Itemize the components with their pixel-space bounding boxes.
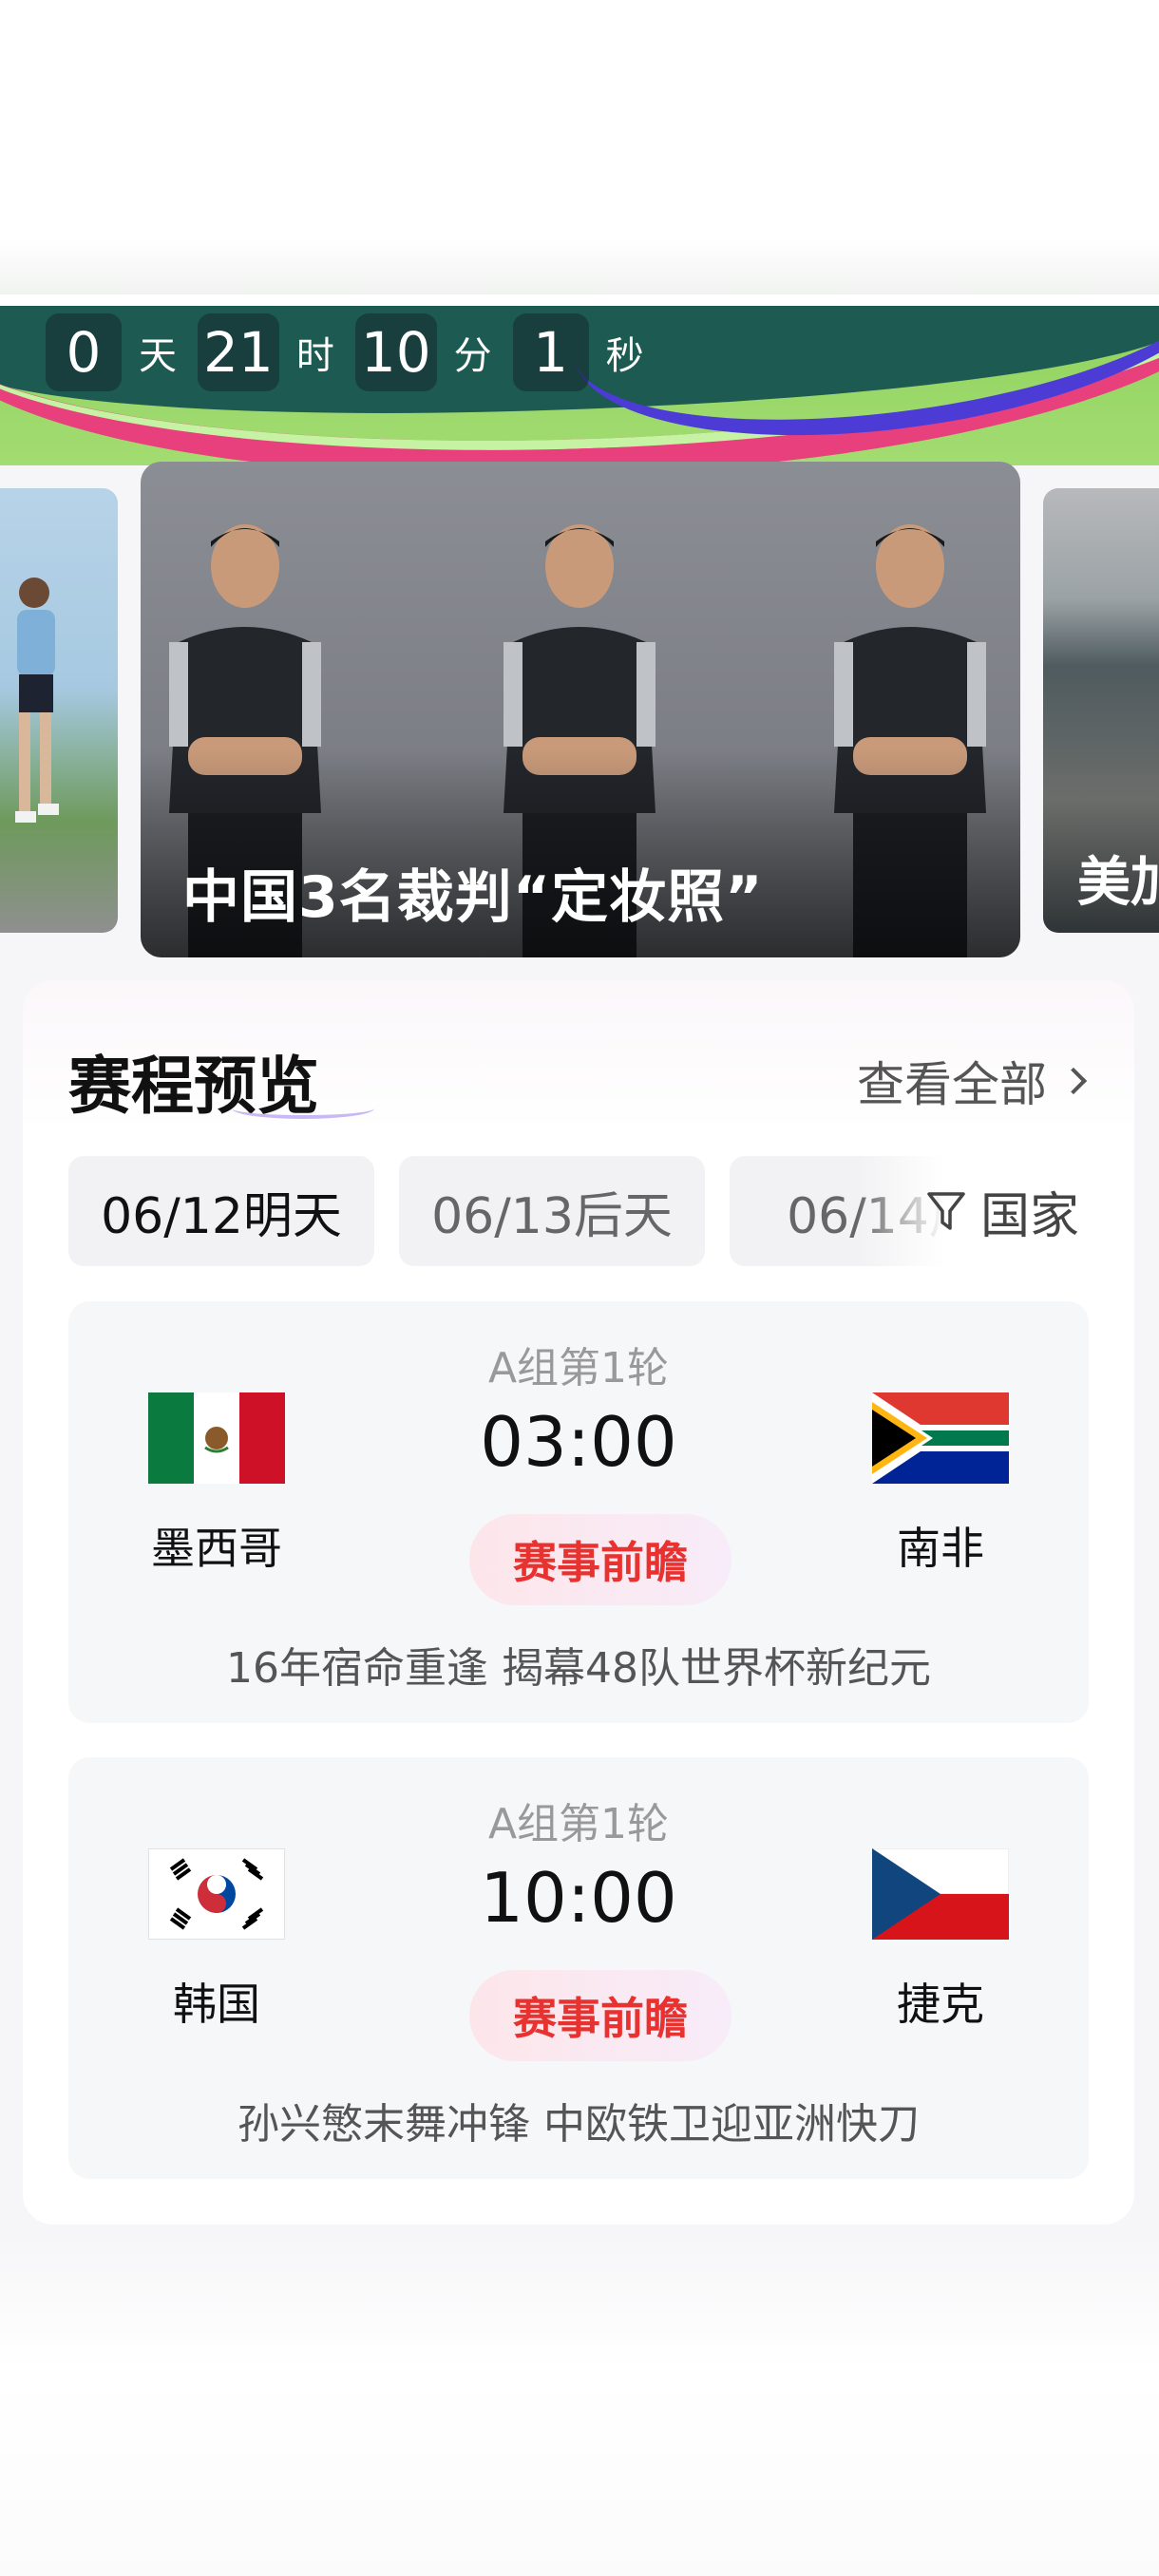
countdown-minutes-unit: 分 (453, 334, 492, 378)
filter-label: 国家 (980, 1187, 1080, 1245)
match-group: A组第1轮 (487, 1344, 670, 1392)
home-team-name: 墨西哥 (151, 1523, 282, 1574)
match-preview-button[interactable]: 赛事前瞻 (469, 1970, 732, 2061)
countdown-days: 0 (46, 313, 122, 391)
tab-date-0612[interactable]: 06/12明天 (68, 1156, 374, 1266)
bottom-blank-area (0, 2232, 1159, 2576)
away-team-name: 捷克 (897, 1979, 984, 2030)
countdown-days-unit: 天 (139, 334, 177, 378)
filter-icon (927, 1192, 965, 1230)
czech-flag-icon (872, 1848, 1009, 1940)
match-headline: 孙兴慜末舞冲锋 中欧铁卫迎亚洲快刀 (238, 2100, 920, 2149)
chevron-right-icon (1059, 1067, 1088, 1095)
match-card[interactable]: A组第1轮 墨西哥 03:00 赛事前瞻 南非 16年宿命重逢 揭幕48队世界杯… (68, 1301, 1089, 1723)
carousel-card-prev[interactable] (0, 488, 118, 933)
schedule-panel: 赛程预览 查看全部 06/12明天 06/13后天 06/14周 国家 A组第1… (23, 980, 1134, 2225)
countdown-hours: 21 (198, 313, 279, 391)
carousel-next-caption: 美加 (1077, 852, 1159, 914)
countdown-timer: 0 天 21 时 10 分 1 秒 (46, 313, 665, 391)
view-all-link[interactable]: 查看全部 (857, 1047, 1088, 1115)
match-preview-button[interactable]: 赛事前瞻 (469, 1514, 732, 1605)
top-blank-area (0, 0, 1159, 306)
home-team-name: 韩国 (173, 1979, 260, 2030)
tab-date-0613[interactable]: 06/13后天 (399, 1156, 705, 1266)
country-filter-button[interactable]: 国家 (925, 1173, 1079, 1249)
match-group: A组第1轮 (487, 1800, 670, 1848)
player-photo (15, 578, 59, 823)
match-headline: 16年宿命重逢 揭幕48队世界杯新纪元 (226, 1644, 931, 1693)
countdown-minutes: 10 (354, 313, 437, 391)
carousel-caption: 中国3名裁判“定妆照” (182, 864, 764, 931)
view-all-label: 查看全部 (857, 1057, 1047, 1112)
match-card[interactable]: A组第1轮 韩国 10:00 赛事前瞻 捷克 孙兴慜末舞冲锋 中欧铁卫迎亚洲快刀 (68, 1757, 1089, 2179)
south-africa-flag-icon (872, 1392, 1009, 1484)
away-team-name: 南非 (897, 1523, 984, 1574)
carousel-card-next[interactable]: 美加 (1043, 488, 1159, 933)
date-tabs: 06/12明天 06/13后天 06/14周 (68, 1156, 1018, 1266)
title-underline-decor (232, 1098, 374, 1119)
carousel-card-current[interactable]: 中国3名裁判“定妆照” (141, 462, 1020, 957)
top-smudge (0, 237, 1159, 294)
countdown-seconds-unit: 秒 (605, 334, 644, 378)
countdown-hours-unit: 时 (295, 334, 334, 378)
countdown-seconds: 1 (512, 313, 589, 391)
